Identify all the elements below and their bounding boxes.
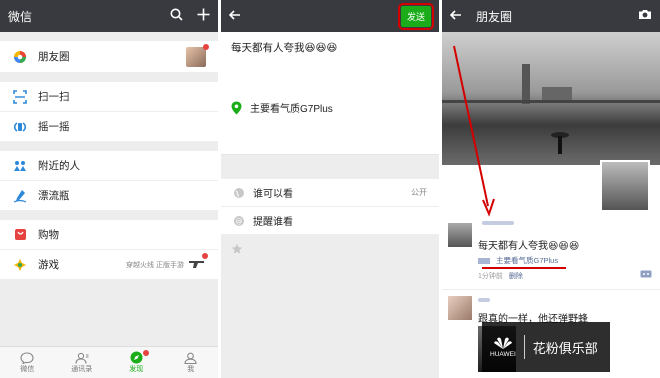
annotation-arrow <box>453 45 495 217</box>
